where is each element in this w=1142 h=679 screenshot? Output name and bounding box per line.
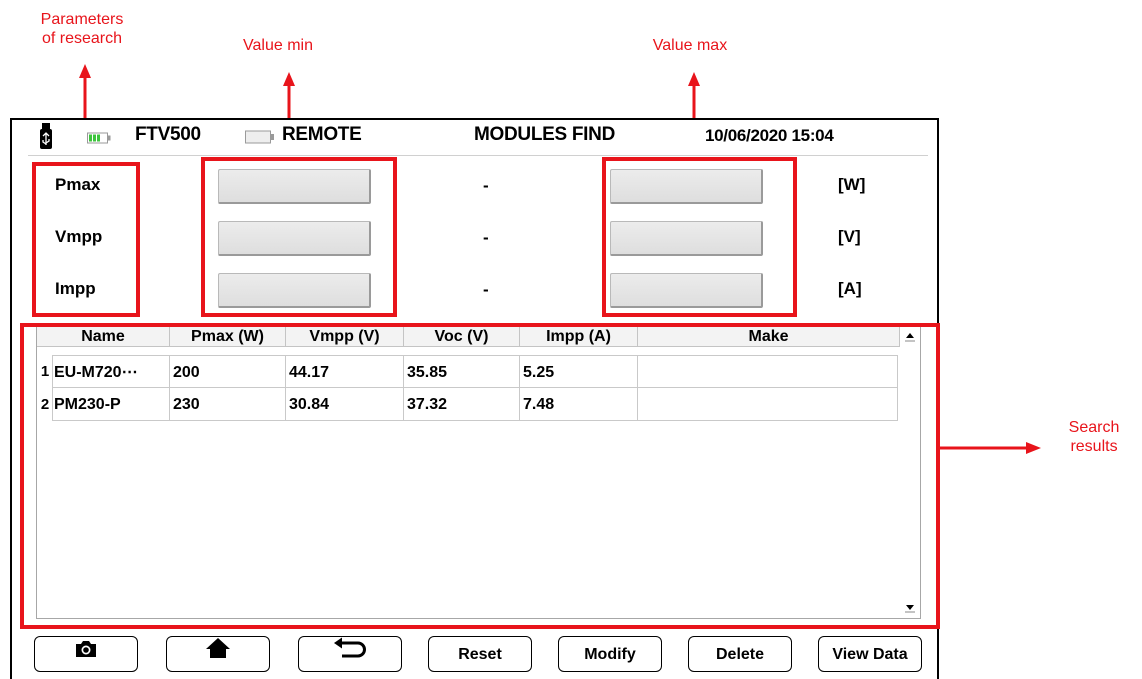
remote-indicator-icon [245,130,275,149]
battery-icon [87,131,111,149]
range-separator: - [483,280,489,299]
range-separator: - [483,228,489,247]
back-arrow-icon [333,637,367,671]
highlight-value-min [201,157,397,317]
page-title: MODULES FIND [474,124,616,145]
datetime: 10/06/2020 15:04 [705,126,834,145]
unit-label-pmax: [W] [838,175,866,194]
camera-icon [74,638,98,671]
usb-icon [40,123,52,154]
highlight-value-max [602,157,797,317]
device-name: FTV500 [135,124,201,145]
camera-button[interactable] [34,636,138,672]
modify-button[interactable]: Modify [558,636,662,672]
home-icon [205,637,231,671]
reset-button[interactable]: Reset [428,636,532,672]
unit-label-vmpp: [V] [838,227,861,246]
home-button[interactable] [166,636,270,672]
highlight-search-results [20,323,940,629]
view-data-button[interactable]: View Data [818,636,922,672]
mode-label: REMOTE [282,124,362,145]
range-separator: - [483,176,489,195]
delete-button[interactable]: Delete [688,636,792,672]
highlight-parameters [32,162,140,317]
unit-label-impp: [A] [838,279,862,298]
back-button[interactable] [298,636,402,672]
